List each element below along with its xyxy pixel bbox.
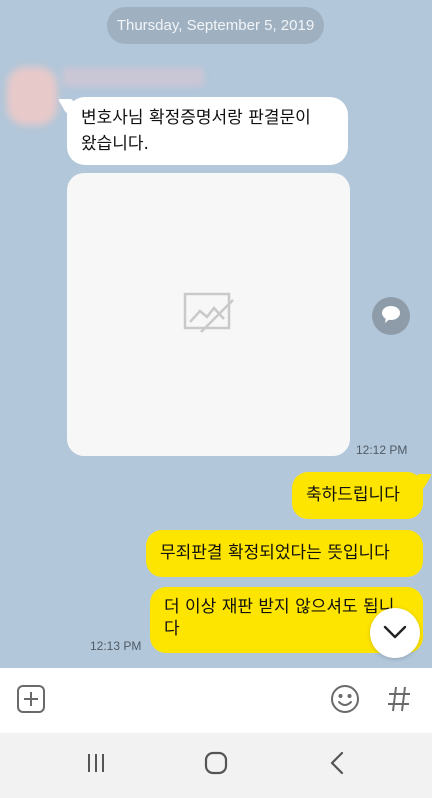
incoming-message-bubble[interactable]: 변호사님 확정증명서랑 판결문이 왔습니다. bbox=[67, 97, 348, 165]
share-button[interactable] bbox=[372, 297, 410, 335]
date-divider: Thursday, September 5, 2019 bbox=[107, 7, 324, 44]
message-time: 12:12 PM bbox=[356, 443, 408, 457]
back-icon bbox=[329, 751, 345, 779]
plus-square-icon bbox=[16, 684, 46, 718]
chevron-down-icon bbox=[383, 624, 407, 643]
outgoing-message-bubble[interactable]: 축하드립니다 bbox=[292, 472, 423, 519]
recents-button[interactable] bbox=[79, 750, 113, 780]
recents-icon bbox=[85, 752, 107, 778]
image-placeholder-icon bbox=[183, 292, 235, 338]
back-button[interactable] bbox=[320, 750, 354, 780]
share-speech-icon bbox=[380, 304, 402, 328]
message-text-line: 변호사님 확정증명서랑 판결문이 bbox=[81, 108, 311, 128]
hashtag-button[interactable] bbox=[382, 684, 416, 718]
message-text: 무죄판결 확정되었다는 뜻입니다 bbox=[160, 543, 390, 563]
message-input-bar[interactable] bbox=[0, 668, 432, 733]
message-text-line: 왔습니다. bbox=[81, 134, 149, 154]
scroll-to-bottom-button[interactable] bbox=[370, 608, 420, 658]
chat-area[interactable]: Thursday, September 5, 2019 변호사님 확정증명서랑 … bbox=[0, 0, 432, 668]
message-text: 축하드립니다 bbox=[306, 485, 400, 505]
outgoing-message-bubble[interactable]: 무죄판결 확정되었다는 뜻입니다 bbox=[146, 530, 423, 577]
image-message[interactable] bbox=[67, 173, 350, 456]
system-navigation-bar bbox=[0, 733, 432, 798]
message-time: 12:13 PM bbox=[90, 639, 142, 653]
sender-avatar[interactable] bbox=[7, 67, 57, 125]
sender-name-redacted bbox=[62, 67, 204, 87]
hashtag-icon bbox=[386, 685, 412, 717]
smiley-icon bbox=[329, 683, 361, 719]
emoji-button[interactable] bbox=[328, 684, 362, 718]
message-text-line: 더 이상 재판 받지 않으셔도 됩니 bbox=[164, 597, 395, 617]
home-icon bbox=[204, 751, 228, 779]
home-button[interactable] bbox=[199, 750, 233, 780]
attach-button[interactable] bbox=[14, 684, 48, 718]
